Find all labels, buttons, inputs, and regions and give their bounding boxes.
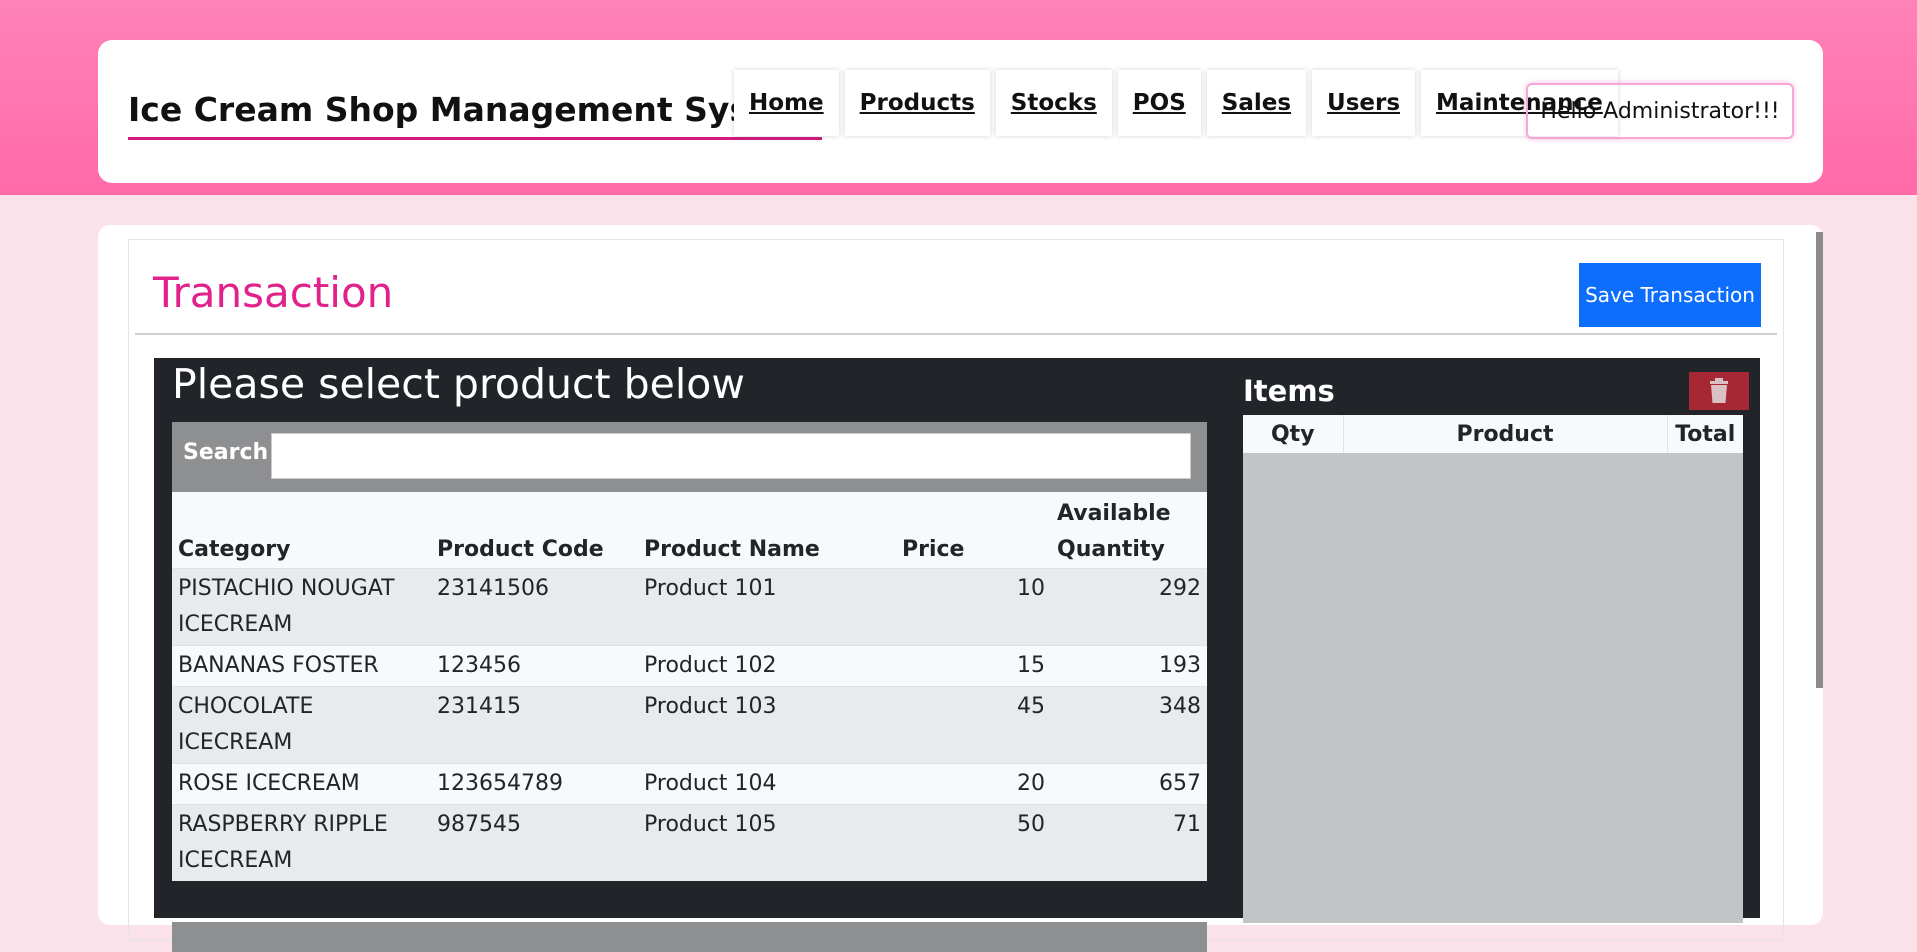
cell-product-name: Product 105 <box>638 804 896 881</box>
cell-product-code: 231415 <box>431 686 638 764</box>
cell-available-quantity: 292 <box>1051 568 1207 646</box>
items-title: Items <box>1243 374 1335 408</box>
app-title: Ice Cream Shop Management System <box>128 90 822 140</box>
items-panel: Items Qty Product Total <box>1243 358 1749 923</box>
cell-category: BANANAS FOSTER <box>172 645 431 687</box>
cell-category: ROSE ICECREAM <box>172 763 431 805</box>
nav-sales[interactable]: Sales <box>1206 70 1307 136</box>
column-header-total: Total <box>1667 415 1743 453</box>
trash-icon <box>1710 378 1728 403</box>
cell-price: 15 <box>896 645 1051 687</box>
scrollbar[interactable] <box>1816 232 1823 688</box>
cell-available-quantity: 193 <box>1051 645 1207 687</box>
table-row[interactable]: CHOCOLATE ICECREAM 231415 Product 103 45… <box>172 686 1207 764</box>
items-header-row: Qty Product Total <box>1243 415 1743 453</box>
column-header-product: Product <box>1343 415 1668 453</box>
cell-product-name: Product 104 <box>638 763 896 805</box>
cell-category: CHOCOLATE ICECREAM <box>172 686 431 764</box>
cell-product-name: Product 101 <box>638 568 896 646</box>
clear-items-button[interactable] <box>1689 372 1749 410</box>
product-panel: Search Category Product Code Product Nam… <box>172 422 1207 952</box>
column-header-product-code[interactable]: Product Code <box>431 492 638 569</box>
table-row[interactable]: RASPBERRY RIPPLE ICECREAM 987545 Product… <box>172 804 1207 881</box>
table-row[interactable]: ROSE ICECREAM 123654789 Product 104 20 6… <box>172 763 1207 805</box>
cell-product-code: 123456 <box>431 645 638 687</box>
column-header-price[interactable]: Price <box>896 492 1051 569</box>
nav-stocks[interactable]: Stocks <box>995 70 1112 136</box>
nav-pos[interactable]: POS <box>1117 70 1201 136</box>
cell-product-code: 987545 <box>431 804 638 881</box>
items-table: Qty Product Total <box>1243 415 1743 453</box>
cell-price: 50 <box>896 804 1051 881</box>
table-row[interactable]: BANANAS FOSTER 123456 Product 102 15 193 <box>172 645 1207 687</box>
nav-users[interactable]: Users <box>1312 70 1416 136</box>
items-list <box>1243 453 1743 923</box>
column-header-category[interactable]: Category <box>172 492 431 569</box>
search-input[interactable] <box>271 433 1191 479</box>
table-header-row: Category Product Code Product Name Price… <box>172 492 1207 569</box>
cell-available-quantity: 657 <box>1051 763 1207 805</box>
header: Ice Cream Shop Management System Home Pr… <box>98 40 1823 183</box>
page-title: Transaction <box>153 268 394 317</box>
search-bar: Search <box>172 422 1207 492</box>
product-select-heading: Please select product below <box>172 360 745 408</box>
cell-product-name: Product 102 <box>638 645 896 687</box>
nav-home[interactable]: Home <box>734 70 839 136</box>
cell-price: 10 <box>896 568 1051 646</box>
column-header-product-name[interactable]: Product Name <box>638 492 896 569</box>
cell-available-quantity: 348 <box>1051 686 1207 764</box>
cell-product-code: 23141506 <box>431 568 638 646</box>
divider <box>135 333 1777 335</box>
product-table: Category Product Code Product Name Price… <box>172 492 1207 881</box>
cell-price: 20 <box>896 763 1051 805</box>
pos-area: Please select product below Search Categ… <box>154 358 1760 952</box>
save-transaction-button[interactable]: Save Transaction <box>1579 263 1761 327</box>
main-nav: Home Products Stocks POS Sales Users Mai… <box>734 70 1624 136</box>
cell-product-name: Product 103 <box>638 686 896 764</box>
table-row[interactable]: PISTACHIO NOUGAT ICECREAM 23141506 Produ… <box>172 568 1207 646</box>
cell-product-code: 123654789 <box>431 763 638 805</box>
column-header-available-quantity[interactable]: Available Quantity <box>1051 492 1207 569</box>
cell-price: 45 <box>896 686 1051 764</box>
column-header-qty: Qty <box>1243 415 1344 453</box>
table-footer <box>172 922 1207 952</box>
search-label: Search <box>183 440 269 465</box>
cell-available-quantity: 71 <box>1051 804 1207 881</box>
user-greeting[interactable]: Hello Administrator!!! <box>1526 83 1794 139</box>
nav-products[interactable]: Products <box>844 70 990 136</box>
cell-category: PISTACHIO NOUGAT ICECREAM <box>172 568 431 646</box>
cell-category: RASPBERRY RIPPLE ICECREAM <box>172 804 431 881</box>
